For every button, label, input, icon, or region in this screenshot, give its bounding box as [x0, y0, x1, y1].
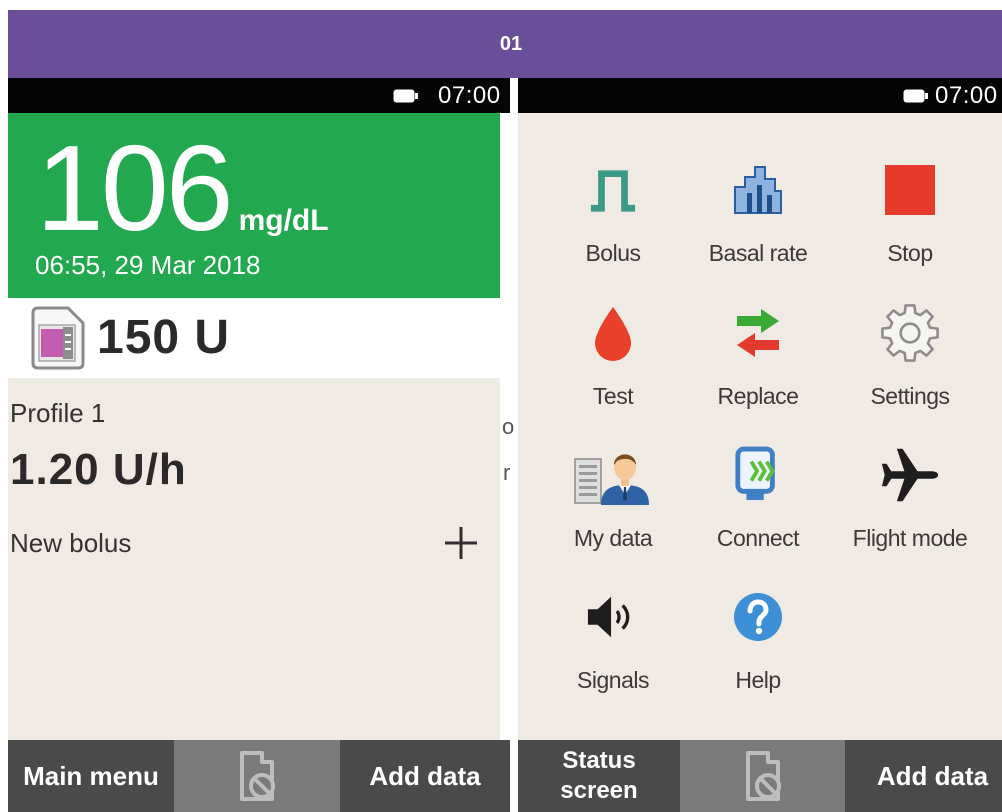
glucose-reading: 106 mg/dL [36, 127, 329, 249]
gap-text: r [503, 460, 511, 485]
cartridge-icon [31, 306, 85, 370]
menu-label: Test [592, 383, 634, 409]
menu-label: Help [735, 667, 781, 693]
pump-disabled-icon [240, 751, 275, 801]
bottom-nav: Main menu Add data [8, 740, 510, 812]
menu-item-flight-mode[interactable]: Flight mode [835, 443, 985, 555]
help-icon [683, 585, 833, 649]
section-header: 01 [8, 10, 1002, 78]
battery-icon [393, 89, 418, 103]
menu-label: Flight mode [852, 525, 968, 551]
pump-disabled-icon [745, 751, 781, 801]
status-screen-label: Status screen [560, 747, 638, 804]
menu-item-basal-rate[interactable]: Basal rate [683, 158, 833, 270]
airplane-icon [835, 443, 985, 507]
gap-text: o [502, 414, 515, 439]
main-menu-screen: 07:00 Bolus Basal rate Stop Test Replace… [518, 78, 1002, 812]
menu-item-signals[interactable]: Signals [538, 585, 688, 697]
connect-icon [683, 443, 833, 507]
menu-item-stop[interactable]: Stop [835, 158, 985, 270]
add-data-label: Add data [876, 760, 989, 791]
section-number: 01 [499, 32, 523, 55]
menu-item-replace[interactable]: Replace [683, 301, 833, 413]
basal-profile: Profile 1 [10, 398, 106, 428]
battery-icon [903, 89, 928, 103]
pump-status-button[interactable] [680, 740, 845, 812]
cartridge-amount: 150 U [97, 311, 231, 364]
menu-label: Basal rate [708, 240, 808, 266]
add-data-label: Add data [369, 760, 481, 791]
my-data-icon [538, 443, 688, 507]
replace-arrows-icon [683, 301, 833, 365]
blood-drop-icon [538, 301, 688, 365]
status-time: 07:00 [438, 82, 501, 109]
menu-label: Settings [870, 383, 950, 409]
glucose-timestamp: 06:55, 29 Mar 2018 [35, 250, 261, 280]
bottom-nav: Status screen Add data [518, 740, 1002, 812]
menu-item-my-data[interactable]: My data [538, 443, 688, 555]
menu-item-bolus[interactable]: Bolus [538, 158, 688, 270]
pump-status-button[interactable] [174, 740, 340, 812]
glucose-unit: mg/dL [238, 204, 329, 237]
main-menu-label: Main menu [23, 760, 159, 791]
menu-label: Stop [887, 240, 933, 266]
bolus-icon [538, 158, 688, 222]
add-data-button[interactable]: Add data [845, 740, 1002, 812]
menu-label: My data [573, 525, 653, 551]
new-bolus-row[interactable]: New bolus [8, 518, 500, 568]
menu-item-help[interactable]: Help [683, 585, 833, 697]
menu-item-settings[interactable]: Settings [835, 301, 985, 413]
gear-icon [835, 301, 985, 365]
menu-label: Bolus [585, 240, 641, 266]
basal-rate-icon [683, 158, 833, 222]
status-bar: 07:00 [8, 78, 510, 113]
menu-item-connect[interactable]: Connect [683, 443, 833, 555]
menu-label: Connect [716, 525, 800, 551]
status-time: 07:00 [935, 82, 998, 109]
status-bar: 07:00 [518, 78, 1002, 113]
menu-label: Replace [717, 383, 799, 409]
glucose-panel: 106 mg/dL 06:55, 29 Mar 2018 [8, 113, 500, 298]
menu-item-test[interactable]: Test [538, 301, 688, 413]
status-screen: 07:00 106 mg/dL 06:55, 29 Mar 2018 150 U… [8, 78, 510, 812]
basal-rate-value: 1.20 U/h [10, 445, 187, 494]
cartridge-panel: 150 U [8, 298, 500, 378]
basal-panel: Profile 1 1.20 U/h New bolus [8, 378, 500, 740]
stop-icon [835, 158, 985, 222]
plus-icon[interactable] [443, 525, 479, 561]
status-screen-button[interactable]: Status screen [518, 740, 680, 812]
menu-label: Signals [577, 667, 649, 693]
speaker-icon [538, 585, 688, 649]
main-menu-button[interactable]: Main menu [8, 740, 174, 812]
new-bolus-label: New bolus [10, 528, 132, 558]
glucose-value: 106 [36, 120, 234, 256]
add-data-button[interactable]: Add data [340, 740, 510, 812]
